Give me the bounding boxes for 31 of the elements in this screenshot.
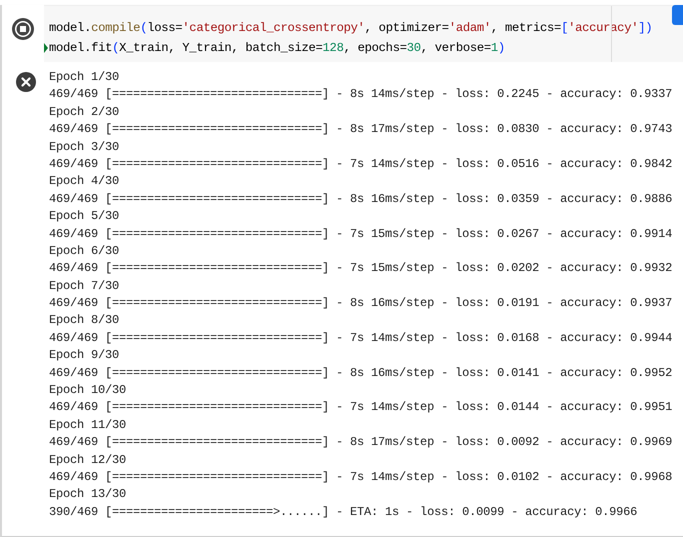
output-line: Epoch 11/30 xyxy=(49,416,128,434)
output-line: 469/469 [==============================] - 8s 16ms/step - loss: 0.0359 - accuracy: 0.9886 xyxy=(49,190,672,208)
output-line: 469/469 [==============================] - 7s 14ms/step - loss: 0.0516 - accuracy: 0.9842 xyxy=(49,156,672,173)
output-line: 469/469 [==============================] - 7s 14ms/step - loss: 0.0102 - accuracy: 0.9968 xyxy=(49,468,672,486)
output-line: 469/469 [==============================] - 8s 17ms/step - loss: 0.0830 - accuracy: 0.9743 xyxy=(49,121,672,138)
output-line: Epoch 2/30 xyxy=(49,104,120,121)
output-line: Epoch 9/30 xyxy=(49,347,120,364)
stop-icon[interactable] xyxy=(11,17,35,41)
code-editor[interactable]: model.compile(loss='categorical_crossentropy', optimizer='adam', metrics=['accuracy']) model.fit(X_train, Y_train, batch_size=128, epochs=30, verbose=1) xyxy=(44,5,683,62)
output-line: 469/469 [==============================] - 7s 15ms/step - loss: 0.0267 - accuracy: 0.9914 xyxy=(49,226,672,243)
output-line: Epoch 10/30 xyxy=(49,382,128,400)
output-line: Epoch 13/30 xyxy=(49,486,128,504)
output-line: 469/469 [==============================] - 8s 16ms/step - loss: 0.0191 - accuracy: 0.9937 xyxy=(49,295,672,312)
output-line: 469/469 [==============================] - 7s 14ms/step - loss: 0.0144 - accuracy: 0.9951 xyxy=(49,399,672,416)
code-line: model.compile(loss='categorical_crossentropy', optimizer='adam', metrics=['accuracy']) xyxy=(49,21,652,35)
output-line: 390/469 [=======================>......] - ETA: 1s - loss: 0.0099 - accuracy: 0.9966 xyxy=(49,504,638,521)
output-line: Epoch 4/30 xyxy=(49,173,120,190)
output-line: Epoch 7/30 xyxy=(49,278,120,295)
output-line: Epoch 8/30 xyxy=(49,312,120,330)
output-line: Epoch 3/30 xyxy=(49,138,120,156)
output-line: 469/469 [==============================] - 7s 14ms/step - loss: 0.0168 - accuracy: 0.9944 xyxy=(49,330,672,347)
code-line: model.fit(X_train, Y_train, batch_size=128, epochs=30, verbose=1) xyxy=(49,41,505,55)
output-line: Epoch 6/30 xyxy=(49,242,120,260)
clear-output-icon[interactable] xyxy=(16,72,36,92)
output-line: 469/469 [==============================] - 8s 16ms/step - loss: 0.0141 - accuracy: 0.9952 xyxy=(49,364,672,382)
output-line: Epoch 12/30 xyxy=(49,452,128,469)
output-line: Epoch 1/30 xyxy=(49,69,120,86)
output-line: 469/469 [==============================] - 8s 17ms/step - loss: 0.0092 - accuracy: 0.9969 xyxy=(49,434,672,452)
output-line: 469/469 [==============================] - 7s 15ms/step - loss: 0.0202 - accuracy: 0.9932 xyxy=(49,260,672,278)
output-line: 469/469 [==============================] - 8s 14ms/step - loss: 0.2245 - accuracy: 0.9337 xyxy=(49,86,672,104)
output-line: Epoch 5/30 xyxy=(49,208,120,226)
